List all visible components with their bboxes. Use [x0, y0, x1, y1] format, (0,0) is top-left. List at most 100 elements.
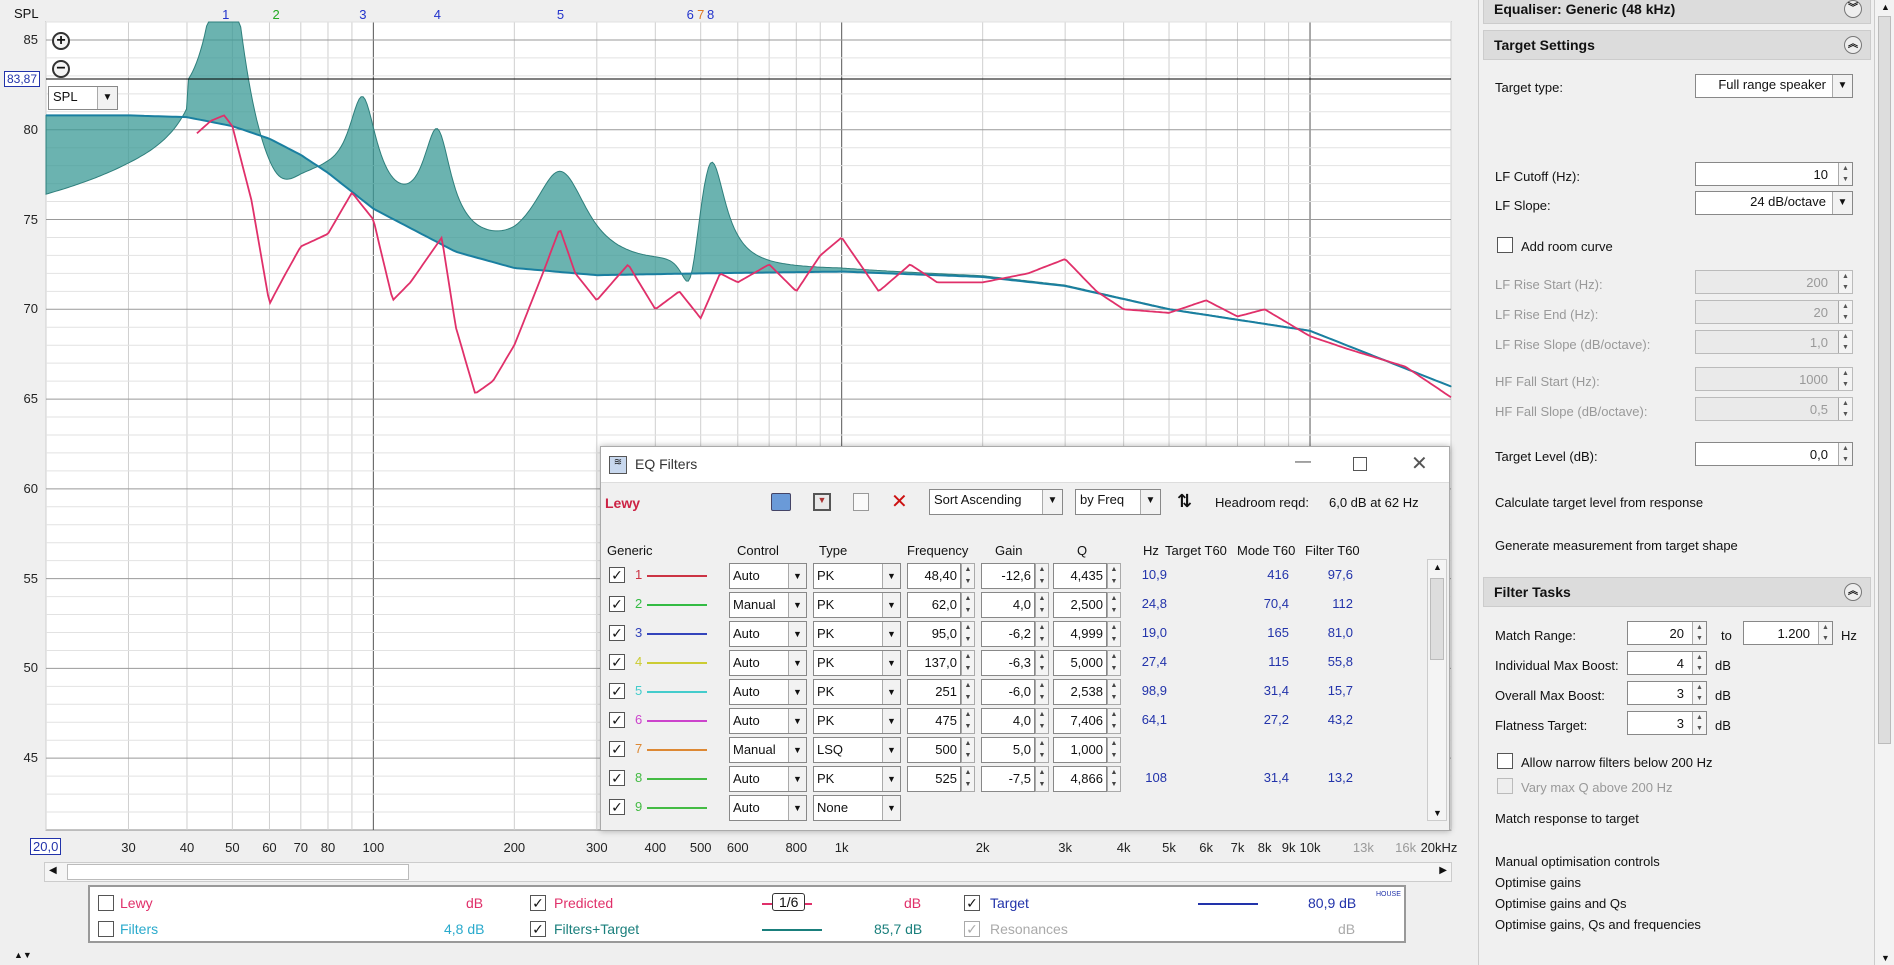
filter-marker[interactable]: 1	[222, 7, 229, 22]
type-select[interactable]: PK ▼	[813, 592, 901, 618]
main-vertical-scrollbar[interactable]: ▲ ▼	[1874, 0, 1894, 965]
collapse-chevron-icon[interactable]: ︽	[1844, 583, 1862, 601]
chevron-down-icon[interactable]: ▼	[1042, 490, 1062, 514]
type-select[interactable]: PK ▼	[813, 650, 901, 676]
chevron-down-icon[interactable]: ▼	[788, 738, 806, 762]
ind-boost-input[interactable]: 4 ▲ ▼	[1627, 651, 1707, 675]
filters-target-checkbox[interactable]: ✓	[530, 921, 546, 937]
filter-enable-checkbox[interactable]: ✓	[609, 567, 625, 583]
type-select[interactable]: PK ▼	[813, 766, 901, 792]
spinner-icon[interactable]: ▲ ▼	[1035, 621, 1049, 647]
frequency-input[interactable]: 48,40	[907, 563, 961, 589]
chevron-down-icon[interactable]: ▼	[882, 593, 900, 617]
gain-input[interactable]: -6,0	[981, 679, 1035, 705]
q-input[interactable]: 7,406	[1053, 708, 1107, 734]
scroll-down-icon[interactable]: ▼	[1433, 808, 1442, 818]
spinner-icon[interactable]: ▲ ▼	[1035, 708, 1049, 734]
frequency-input[interactable]: 251	[907, 679, 961, 705]
scroll-right-icon[interactable]: ▶	[1439, 865, 1447, 876]
scroll-up-icon[interactable]: ▲	[1433, 562, 1442, 572]
zoom-in-icon[interactable]: +	[52, 32, 70, 50]
type-select[interactable]: PK ▼	[813, 679, 901, 705]
chevron-down-icon[interactable]: ▼	[788, 564, 806, 588]
smoothing-button[interactable]: 1/6	[772, 893, 806, 911]
filter-enable-checkbox[interactable]: ✓	[609, 596, 625, 612]
resonances-checkbox[interactable]: ✓	[964, 921, 980, 937]
filter-marker[interactable]: 8	[707, 7, 714, 22]
scroll-down-icon[interactable]: ▼	[1881, 953, 1890, 963]
control-select[interactable]: Auto ▼	[729, 795, 807, 821]
control-select[interactable]: Auto ▼	[729, 679, 807, 705]
spinner-icon[interactable]: ▲ ▼	[961, 737, 975, 763]
control-select[interactable]: Auto ▼	[729, 650, 807, 676]
chevron-down-icon[interactable]: ▼	[882, 622, 900, 646]
spinner-icon[interactable]: ▲ ▼	[961, 563, 975, 589]
spinner-icon[interactable]: ▲ ▼	[961, 708, 975, 734]
spinner-icon[interactable]: ▲ ▼	[961, 650, 975, 676]
filter-marker[interactable]: 4	[434, 7, 441, 22]
spinner-icon[interactable]: ▲ ▼	[1107, 592, 1121, 618]
gain-input[interactable]: 4,0	[981, 592, 1035, 618]
chevron-down-icon[interactable]: ▼	[788, 651, 806, 675]
target-checkbox[interactable]: ✓	[964, 895, 980, 911]
spinner-icon[interactable]: ▲ ▼	[1035, 592, 1049, 618]
chevron-down-icon[interactable]: ▼	[788, 796, 806, 820]
type-select[interactable]: LSQ ▼	[813, 737, 901, 763]
filter-enable-checkbox[interactable]: ✓	[609, 741, 625, 757]
chevron-down-icon[interactable]: ▼	[882, 738, 900, 762]
spinner-icon[interactable]: ▲ ▼	[1107, 708, 1121, 734]
control-select[interactable]: Manual ▼	[729, 592, 807, 618]
view-select[interactable]: SPL ▼	[48, 86, 118, 110]
match-to-input[interactable]: 1.200 ▲ ▼	[1743, 621, 1833, 645]
scroll-left-icon[interactable]: ◀	[49, 865, 57, 876]
chevron-down-icon[interactable]: ▼	[882, 796, 900, 820]
spinner-icon[interactable]: ▲ ▼	[1035, 679, 1049, 705]
lf-slope-select[interactable]: 24 dB/octave ▼	[1695, 191, 1853, 215]
delete-icon[interactable]: ✕	[891, 489, 908, 514]
spinner-icon[interactable]: ▲ ▼	[1107, 563, 1121, 589]
spinner-icon[interactable]: ▲ ▼	[1035, 737, 1049, 763]
filters-checkbox[interactable]	[98, 921, 114, 937]
horizontal-scrollbar[interactable]: ◀ ▶	[44, 862, 1452, 882]
sort-order-icon[interactable]: ⇅	[1177, 491, 1192, 512]
opt-gains-qs-button[interactable]: Optimise gains and Qs	[1495, 896, 1627, 911]
filter-enable-checkbox[interactable]: ✓	[609, 683, 625, 699]
folder-open-icon[interactable]	[771, 493, 791, 511]
chevron-down-icon[interactable]: ▼	[788, 767, 806, 791]
spinner-icon[interactable]: ▲ ▼	[1035, 766, 1049, 792]
filter-enable-checkbox[interactable]: ✓	[609, 654, 625, 670]
frequency-input[interactable]: 500	[907, 737, 961, 763]
flatness-input[interactable]: 3 ▲ ▼	[1627, 711, 1707, 735]
type-select[interactable]: PK ▼	[813, 621, 901, 647]
eq-scroll-thumb[interactable]	[1430, 578, 1444, 660]
chevron-down-icon[interactable]: ▼	[1140, 490, 1160, 514]
chevron-down-icon[interactable]: ▼	[882, 767, 900, 791]
filter-marker[interactable]: 3	[359, 7, 366, 22]
target-settings-header[interactable]: Target Settings ︽	[1483, 30, 1871, 60]
scroll-thumb[interactable]	[67, 864, 409, 880]
close-icon[interactable]: ✕	[1411, 451, 1428, 476]
eq-titlebar[interactable]: ≋ EQ Filters — ✕	[601, 447, 1449, 483]
opt-all-button[interactable]: Optimise gains, Qs and frequencies	[1495, 917, 1701, 932]
frequency-input[interactable]: 475	[907, 708, 961, 734]
equaliser-header[interactable]: Equaliser: Generic (48 kHz) ︾	[1483, 0, 1871, 24]
gain-input[interactable]: -7,5	[981, 766, 1035, 792]
q-input[interactable]: 1,000	[1053, 737, 1107, 763]
maximize-icon[interactable]	[1353, 457, 1367, 471]
spinner-icon[interactable]: ▲ ▼	[1107, 650, 1121, 676]
spinner-icon[interactable]: ▲ ▼	[1692, 712, 1706, 734]
chevron-down-icon[interactable]: ▼	[882, 651, 900, 675]
spinner-icon[interactable]: ▲ ▼	[1818, 622, 1832, 644]
q-input[interactable]: 4,866	[1053, 766, 1107, 792]
control-select[interactable]: Auto ▼	[729, 708, 807, 734]
q-input[interactable]: 2,538	[1053, 679, 1107, 705]
add-room-curve-checkbox[interactable]	[1497, 237, 1513, 253]
gen-measurement-button[interactable]: Generate measurement from target shape	[1495, 538, 1738, 553]
type-select[interactable]: PK ▼	[813, 563, 901, 589]
bottom-left-arrows-icon[interactable]: ▲▼	[14, 950, 32, 960]
chevron-down-icon[interactable]: ▼	[788, 680, 806, 704]
expand-chevron-icon[interactable]: ︾	[1844, 0, 1862, 18]
main-scroll-thumb[interactable]	[1878, 16, 1891, 744]
filter-marker[interactable]: 6	[687, 7, 694, 22]
spinner-icon[interactable]: ▲ ▼	[1035, 650, 1049, 676]
